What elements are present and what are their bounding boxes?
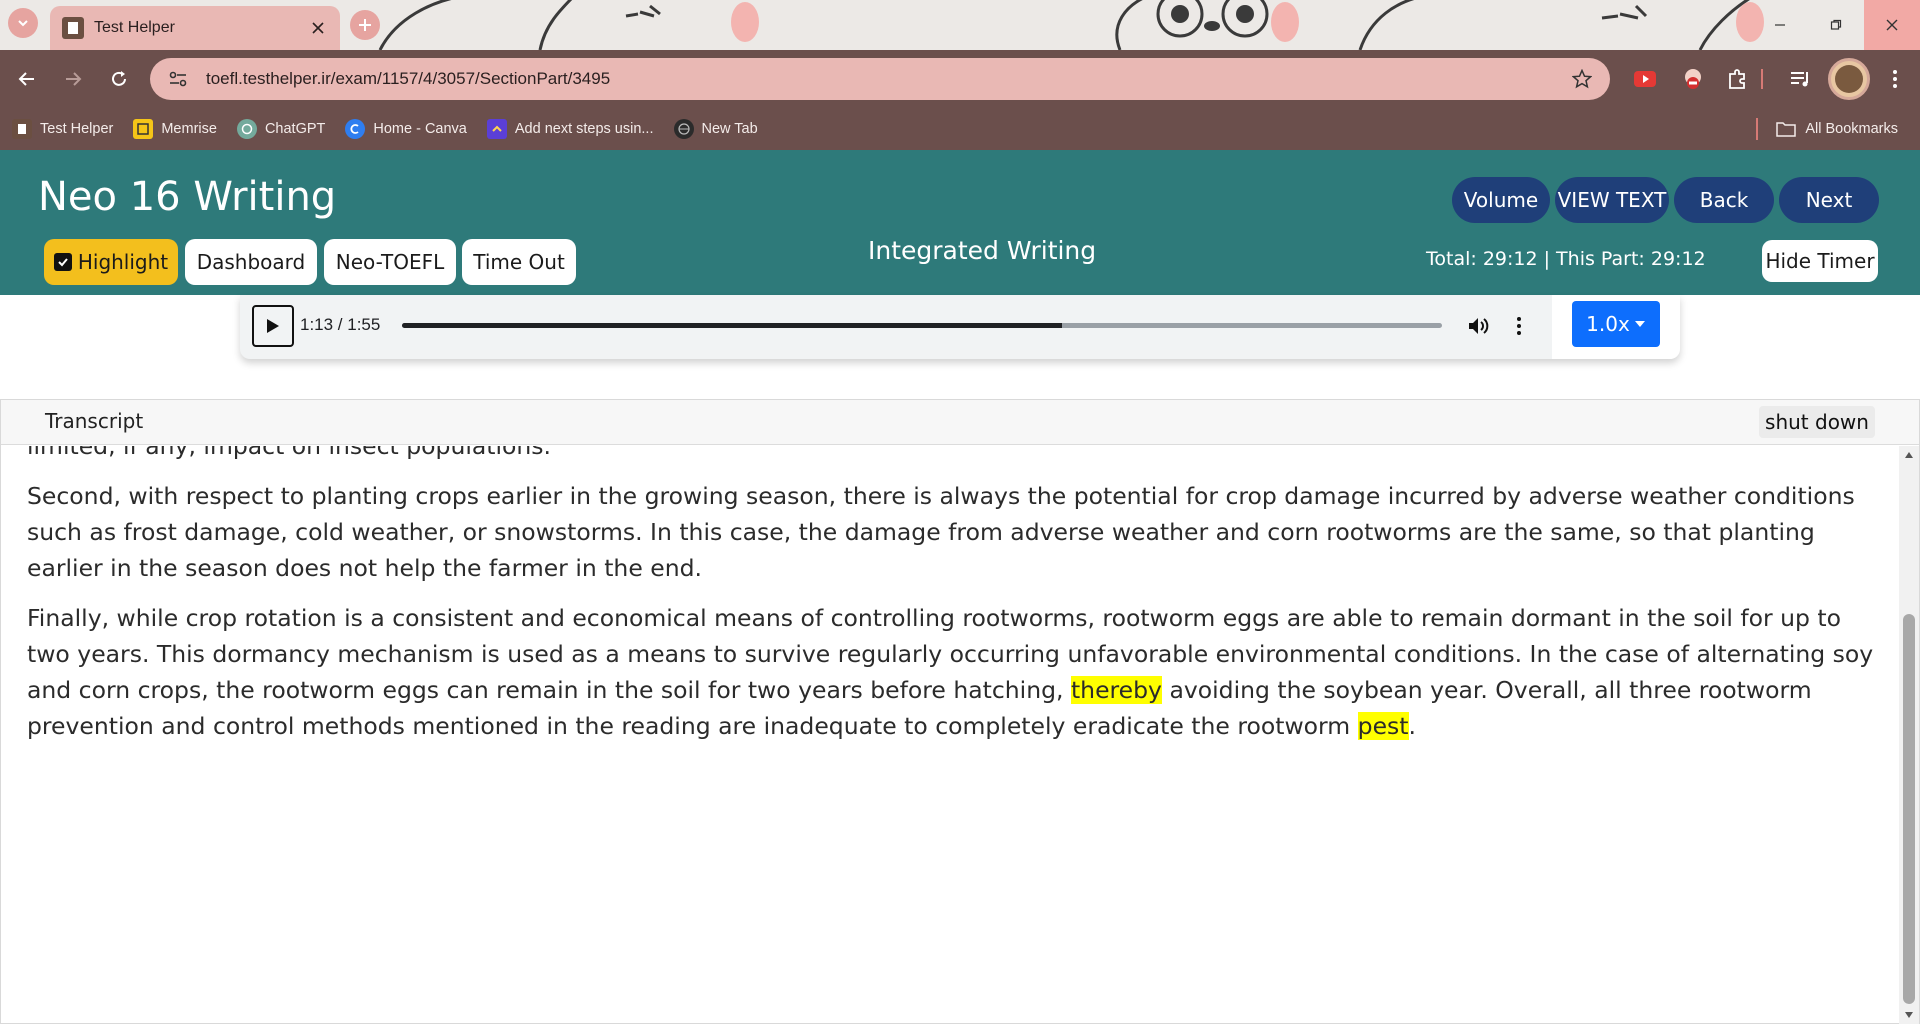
- avatar-image: [1835, 65, 1863, 93]
- section-title: Integrated Writing: [868, 236, 1097, 265]
- scroll-down-arrow-icon[interactable]: [1899, 1006, 1919, 1024]
- url-text[interactable]: toefl.testhelper.ir/exam/1157/4/3057/Sec…: [206, 69, 1568, 89]
- volume-button[interactable]: Volume: [1452, 177, 1550, 223]
- all-bookmarks-label: All Bookmarks: [1805, 121, 1898, 137]
- highlighted-word[interactable]: pest: [1357, 712, 1409, 740]
- transcript-body: limited, if any, impact on insect popula…: [1, 446, 1899, 1024]
- highlighted-word[interactable]: thereby: [1070, 676, 1162, 704]
- bookmark-label: Memrise: [161, 121, 217, 137]
- bookmarks-divider: [1756, 118, 1758, 140]
- new-tab-button[interactable]: [350, 10, 380, 40]
- extensions-puzzle-icon[interactable]: [1722, 64, 1752, 94]
- memrise-favicon-icon: [133, 119, 154, 139]
- reload-icon[interactable]: [104, 64, 134, 94]
- bookmark-chatgpt[interactable]: ChatGPT: [236, 119, 326, 139]
- chevron-down-icon: [18, 20, 28, 27]
- speaker-volume-icon[interactable]: [1465, 312, 1493, 340]
- hide-timer-button[interactable]: Hide Timer: [1762, 240, 1878, 282]
- scroll-up-arrow-icon[interactable]: [1899, 446, 1919, 464]
- tab-close-icon[interactable]: [308, 18, 328, 38]
- dashboard-button[interactable]: Dashboard: [185, 239, 317, 285]
- active-tab[interactable]: Test Helper: [50, 6, 340, 50]
- bookmark-add-next-steps[interactable]: Add next steps usin...: [486, 119, 654, 139]
- transcript-paragraph: limited, if any, impact on insect popula…: [27, 446, 551, 460]
- tab-search-button[interactable]: [8, 8, 38, 38]
- playback-speed-dropdown[interactable]: 1.0x: [1572, 301, 1660, 347]
- bookmark-label: Add next steps usin...: [514, 121, 654, 137]
- bookmark-label: New Tab: [701, 121, 758, 137]
- bookmark-label: ChatGPT: [264, 121, 326, 137]
- bookmarks-bar: Test Helper Memrise ChatGPT Home - Canva…: [0, 108, 1920, 150]
- site-settings-icon[interactable]: [164, 65, 192, 93]
- audio-progress-bar[interactable]: [402, 323, 1442, 328]
- play-icon: [267, 319, 279, 333]
- time-out-button[interactable]: Time Out: [462, 239, 576, 285]
- app-header: Neo 16 Writing Volume VIEW TEXT Back Nex…: [0, 150, 1920, 295]
- youtube-extension-icon[interactable]: [1630, 64, 1660, 94]
- audio-time: 1:13 / 1:55: [300, 315, 381, 334]
- transcript-text: .: [1408, 712, 1416, 740]
- minimize-icon[interactable]: [1752, 0, 1808, 50]
- window-close-icon[interactable]: [1864, 0, 1920, 50]
- play-button[interactable]: [252, 305, 294, 347]
- back-arrow-icon[interactable]: [12, 64, 42, 94]
- clickup-favicon-icon: [486, 119, 507, 139]
- back-button[interactable]: Back: [1674, 177, 1774, 223]
- timer-display: Total: 29:12 | This Part: 29:12: [1426, 248, 1706, 270]
- bookmark-canva[interactable]: Home - Canva: [345, 119, 467, 139]
- bookmark-memrise[interactable]: Memrise: [133, 119, 217, 139]
- bookmark-star-icon[interactable]: [1568, 65, 1596, 93]
- transcript-scrollbar[interactable]: [1899, 446, 1919, 1024]
- more-options-icon[interactable]: [1505, 312, 1533, 340]
- transcript-content: limited, if any, impact on insect popula…: [27, 446, 1887, 758]
- bookmark-label: Test Helper: [40, 121, 114, 137]
- test-helper-favicon-icon: [12, 119, 32, 139]
- highlight-label: Highlight: [77, 250, 169, 274]
- speed-label: 1.0x: [1586, 312, 1630, 336]
- folder-icon: [1775, 118, 1797, 140]
- view-text-button[interactable]: VIEW TEXT: [1555, 177, 1669, 223]
- scrollbar-thumb[interactable]: [1903, 614, 1915, 1004]
- globe-favicon-icon: [673, 119, 694, 139]
- bookmark-test-helper[interactable]: Test Helper: [12, 119, 113, 139]
- address-bar[interactable]: toefl.testhelper.ir/exam/1157/4/3057/Sec…: [150, 58, 1610, 100]
- all-bookmarks-button[interactable]: All Bookmarks: [1775, 118, 1898, 140]
- test-helper-favicon-icon: [62, 17, 84, 39]
- audio-progress-fill: [402, 323, 1063, 328]
- browser-toolbar: toefl.testhelper.ir/exam/1157/4/3057/Sec…: [0, 50, 1920, 108]
- window-controls: [1752, 0, 1920, 50]
- profile-avatar[interactable]: [1828, 58, 1870, 100]
- toolbar-divider: [1760, 64, 1764, 94]
- forward-arrow-icon[interactable]: [58, 64, 88, 94]
- media-controls-icon[interactable]: [1786, 64, 1816, 94]
- shut-down-button[interactable]: shut down: [1759, 406, 1875, 438]
- next-button[interactable]: Next: [1779, 177, 1879, 223]
- transcript-title: Transcript: [45, 409, 144, 433]
- bookmark-new-tab[interactable]: New Tab: [673, 119, 758, 139]
- chatgpt-favicon-icon: [236, 119, 257, 139]
- canva-favicon-icon: [345, 119, 366, 139]
- page-title: Neo 16 Writing: [38, 174, 337, 220]
- caret-down-icon: [1634, 321, 1645, 327]
- highlight-button[interactable]: Highlight: [44, 239, 178, 285]
- transcript-paragraph: Second, with respect to planting crops e…: [27, 482, 1855, 582]
- plus-icon: [359, 19, 371, 31]
- tab-title: Test Helper: [94, 19, 175, 36]
- transcript-panel: Transcript shut down limited, if any, im…: [0, 399, 1920, 1024]
- bookmark-label: Home - Canva: [373, 121, 467, 137]
- extension-badge-icon[interactable]: [1678, 64, 1708, 94]
- browser-titlebar: Test Helper: [0, 0, 1920, 50]
- transcript-header: Transcript shut down: [1, 400, 1919, 445]
- audio-player: 1:13 / 1:55 1.0x: [240, 295, 1680, 359]
- kebab-menu-icon[interactable]: [1880, 64, 1910, 94]
- checkbox-checked-icon: [53, 253, 72, 271]
- restore-icon[interactable]: [1808, 0, 1864, 50]
- transcript-paragraph: Finally, while crop rotation is a consis…: [27, 600, 1887, 744]
- neo-toefl-button[interactable]: Neo-TOEFL: [324, 239, 456, 285]
